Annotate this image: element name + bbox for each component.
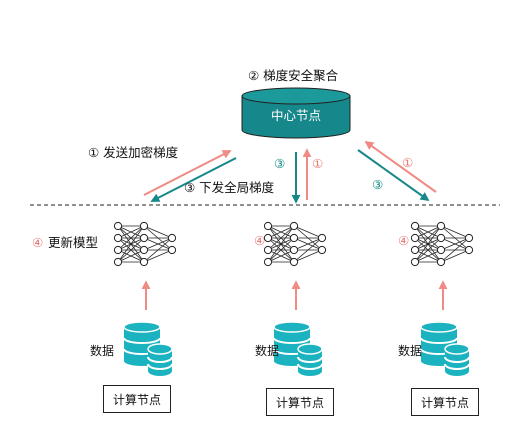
server-aggregate-label: ② 梯度安全聚合 bbox=[248, 68, 339, 83]
broadcast-mark-middle: ③ bbox=[274, 156, 285, 171]
broadcast-label: ③ 下发全局梯度 bbox=[184, 180, 275, 195]
neural-net-icon-3 bbox=[410, 221, 474, 310]
update-label: ④ bbox=[32, 235, 43, 250]
data-label-1: 数据 bbox=[90, 344, 115, 358]
send-mark-right: ① bbox=[402, 155, 413, 170]
compute-node-title-2: 计算节点 bbox=[275, 395, 324, 410]
compute-node-box-1: 计算节点 bbox=[103, 385, 171, 413]
database-icon-1 bbox=[123, 321, 173, 376]
central-server: 中心节点 bbox=[241, 87, 351, 139]
database-icon-2 bbox=[273, 321, 323, 376]
broadcast-mark-right: ③ bbox=[372, 177, 383, 192]
compute-node-title-1: 计算节点 bbox=[112, 392, 161, 407]
compute-node-title-3: 计算节点 bbox=[420, 395, 469, 410]
compute-node-box-2: 计算节点 bbox=[266, 388, 334, 416]
send-mark-middle: ① bbox=[312, 156, 323, 171]
update-mark-middle: ④ bbox=[254, 233, 265, 248]
diagram-stage: 中心节点 ② 梯度安全聚合 ① 发送加密梯度 ③ 下发全局梯度 ③ ① ① ③ … bbox=[0, 0, 531, 444]
diagram-canvas: 中心节点 ② 梯度安全聚合 ① 发送加密梯度 ③ 下发全局梯度 ③ ① ① ③ … bbox=[30, 68, 500, 376]
neural-net-icon-1 bbox=[113, 221, 177, 310]
neural-net-icon-2 bbox=[263, 221, 327, 310]
data-label-3: 数据 bbox=[398, 344, 423, 358]
send-label: ① 发送加密梯度 bbox=[88, 145, 179, 160]
update-mark-left: ④ bbox=[32, 235, 43, 250]
update-mark-right: ④ bbox=[398, 233, 409, 248]
database-icon-3 bbox=[420, 321, 470, 376]
update-text: 更新模型 bbox=[48, 235, 98, 250]
broadcast-arrow-right bbox=[357, 149, 430, 202]
server-label: 中心节点 bbox=[271, 108, 321, 123]
data-label-2: 数据 bbox=[255, 344, 280, 358]
compute-node-box-3: 计算节点 bbox=[411, 388, 479, 416]
